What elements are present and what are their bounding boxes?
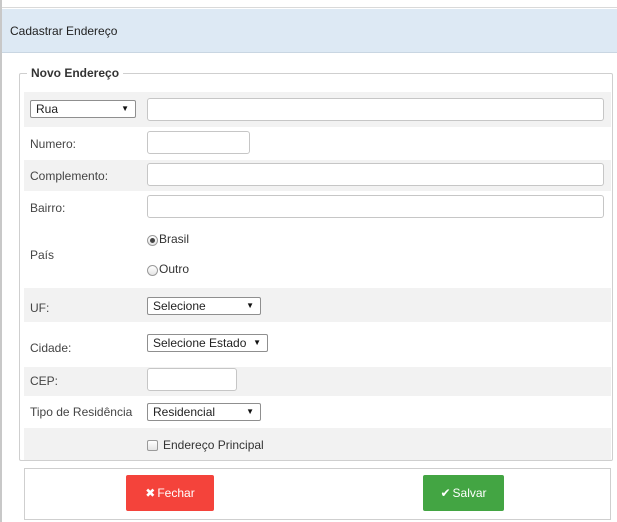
tipo-residencia-select[interactable]: Residencial ▼ — [147, 403, 261, 421]
street-input[interactable] — [147, 98, 604, 121]
cep-input[interactable] — [147, 368, 237, 391]
endereco-principal-checkbox[interactable] — [147, 440, 158, 451]
checkmark-icon: ✔ — [440, 486, 451, 500]
chevron-down-icon: ▼ — [121, 104, 129, 113]
row-uf — [24, 288, 611, 322]
endereco-principal-label: Endereço Principal — [163, 438, 264, 452]
radio-brasil-label: Brasil — [159, 232, 190, 246]
row-cep — [24, 367, 611, 396]
uf-label: UF: — [30, 301, 50, 315]
radio-outro-label: Outro — [159, 262, 190, 276]
complemento-label: Complemento: — [30, 169, 109, 183]
bairro-label: Bairro: — [30, 201, 66, 215]
cidade-select-value: Selecione Estado — [153, 336, 247, 350]
row-endereco-principal — [24, 428, 611, 460]
tipo-residencia-label: Tipo de Residência — [30, 405, 133, 419]
numero-input[interactable] — [147, 131, 250, 154]
close-button-label: Fechar — [157, 486, 195, 500]
close-button[interactable]: ✖ Fechar — [126, 475, 214, 511]
chevron-down-icon: ▼ — [246, 407, 254, 416]
complemento-input[interactable] — [147, 163, 604, 186]
cep-label: CEP: — [30, 374, 59, 388]
fieldset-legend: Novo Endereço — [27, 66, 124, 80]
dialog-title: Cadastrar Endereço — [10, 24, 118, 38]
dialog-footer — [24, 468, 611, 520]
save-button[interactable]: ✔ Salvar — [423, 475, 504, 511]
uf-select-value: Selecione — [153, 299, 206, 313]
numero-label: Numero: — [30, 137, 77, 151]
chevron-down-icon: ▼ — [253, 338, 261, 347]
cidade-select[interactable]: Selecione Estado ▼ — [147, 334, 268, 352]
row-numero — [24, 127, 611, 160]
uf-select[interactable]: Selecione ▼ — [147, 297, 261, 315]
chevron-down-icon: ▼ — [246, 301, 254, 310]
address-type-select[interactable]: Rua ▼ — [30, 100, 136, 118]
cidade-label: Cidade: — [30, 341, 72, 355]
window-left-edge — [0, 0, 2, 522]
pais-label: País — [30, 248, 55, 262]
window-top-edge — [0, 0, 617, 8]
row-cidade — [24, 325, 611, 367]
address-type-value: Rua — [36, 102, 59, 116]
tipo-residencia-value: Residencial — [153, 405, 216, 419]
bairro-input[interactable] — [147, 195, 604, 218]
dialog-title-bar: Cadastrar Endereço — [2, 9, 617, 53]
radio-brasil[interactable] — [147, 235, 158, 246]
radio-outro[interactable] — [147, 265, 158, 276]
x-icon: ✖ — [145, 486, 156, 500]
save-button-label: Salvar — [452, 486, 487, 500]
row-pais — [24, 222, 611, 284]
